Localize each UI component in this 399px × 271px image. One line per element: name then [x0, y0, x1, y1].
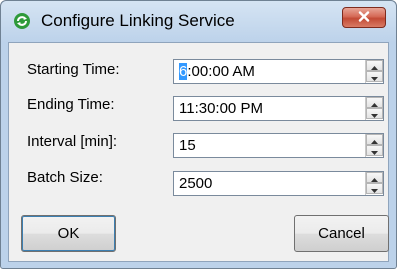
ending-time-spinner[interactable] — [365, 97, 383, 120]
batch-size-spinner[interactable] — [365, 172, 383, 195]
batch-size-label: Batch Size: — [27, 169, 103, 186]
arrow-down-icon — [371, 180, 378, 198]
recycle-icon — [13, 12, 31, 30]
starting-time-spinner[interactable] — [365, 60, 383, 83]
starting-time-down-button[interactable] — [366, 71, 383, 82]
batch-size-down-button[interactable] — [366, 183, 383, 194]
batch-size-value[interactable]: 2500 — [179, 175, 212, 192]
arrow-down-icon — [371, 105, 378, 123]
starting-time-value-rest: :00:00 AM — [187, 63, 255, 80]
arrow-down-icon — [371, 68, 378, 86]
dialog-window: Configure Linking Service Starting Time:… — [0, 0, 397, 269]
close-button[interactable] — [342, 7, 386, 28]
ending-time-label: Ending Time: — [27, 96, 115, 113]
ending-time-value[interactable]: 11:30:00 PM — [179, 100, 263, 117]
starting-time-value[interactable]: 6:00:00 AM — [179, 63, 255, 80]
dialog-body: Starting Time: 6:00:00 AM Ending Time: 1… — [8, 42, 389, 262]
starting-time-field[interactable]: 6:00:00 AM — [173, 59, 384, 84]
ending-time-down-button[interactable] — [366, 108, 383, 119]
arrow-down-icon — [371, 142, 378, 160]
close-icon — [358, 9, 370, 27]
batch-size-field[interactable]: 2500 — [173, 171, 384, 196]
window-title: Configure Linking Service — [41, 11, 235, 30]
starting-time-label: Starting Time: — [27, 61, 120, 78]
title-bar[interactable]: Configure Linking Service — [1, 1, 396, 43]
interval-value[interactable]: 15 — [179, 137, 196, 154]
cancel-button[interactable]: Cancel — [294, 215, 389, 252]
interval-field[interactable]: 15 — [173, 133, 384, 158]
ending-time-field[interactable]: 11:30:00 PM — [173, 96, 384, 121]
interval-down-button[interactable] — [366, 145, 383, 156]
ok-button[interactable]: OK — [21, 215, 116, 252]
interval-spinner[interactable] — [365, 134, 383, 157]
interval-label: Interval [min]: — [27, 133, 118, 150]
